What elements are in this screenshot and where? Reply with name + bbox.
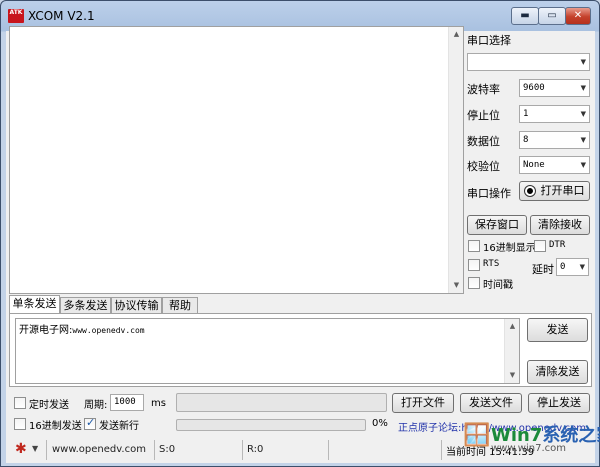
rts-checkbox[interactable] [468,259,480,271]
timed-send-checkbox[interactable] [14,397,26,409]
chevron-down-icon: ▼ [580,110,586,118]
parity-combo[interactable]: None ▼ [519,156,590,174]
open-file-button[interactable]: 打开文件 [392,393,454,413]
send-newline-checkbox[interactable] [84,416,96,430]
scroll-down-icon[interactable]: ▼ [505,368,520,383]
status-site: www.openedv.com [52,444,146,455]
send-scrollbar[interactable]: ▲ ▼ [504,319,519,383]
chevron-down-icon: ▼ [580,161,586,169]
close-button[interactable]: ✕ [565,7,591,25]
send-file-button[interactable]: 发送文件 [460,393,522,413]
delay-value: 0 [560,262,566,272]
receive-scrollbar[interactable]: ▲ ▼ [448,27,463,293]
chevron-down-icon: ▼ [580,136,586,144]
port-op-label: 串口操作 [467,187,511,200]
timestamp-checkbox[interactable] [468,277,480,289]
receive-textarea[interactable]: ▲ ▼ [9,26,464,294]
port-select-combo[interactable]: ▼ [467,53,590,71]
windows-logo-icon: 🪟 [463,423,491,448]
stop-bits-combo[interactable]: 1 ▼ [519,105,590,123]
hex-send-checkbox[interactable] [14,418,26,430]
scroll-down-icon[interactable]: ▼ [449,278,464,293]
data-bits-label: 数据位 [467,135,500,148]
delay-label: 延时 [532,263,554,276]
period-unit: ms [151,398,166,409]
timestamp-label: 时间戳 [483,280,513,291]
client-area: ▲ ▼ 串口选择 ▼ 波特率 9600 ▼ 停止位 1 ▼ 数据位 8 ▼ 校验… [6,26,595,463]
single-send-panel: 开源电子网:www.openedv.com ▲ ▼ 发送 清除发送 [9,313,592,387]
dtr-checkbox[interactable] [534,240,546,252]
minimize-button[interactable]: ▬ [511,7,539,25]
parity-label: 校验位 [467,160,500,173]
status-divider [46,440,47,460]
tab-single-send[interactable]: 单条发送 [9,295,60,314]
gear-icon[interactable]: ✱ [15,441,27,457]
period-label: 周期: [84,400,108,411]
clear-send-button[interactable]: 清除发送 [527,360,588,384]
stop-bits-label: 停止位 [467,109,500,122]
xcom-window: ATK XCOM V2.1 ▬ ▭ ✕ ▲ ▼ 串口选择 ▼ 波特率 9600 … [0,0,600,467]
chevron-down-icon: ▼ [580,84,586,92]
timed-send-label: 定时发送 [29,400,69,411]
data-bits-value: 8 [523,135,529,145]
send-newline-label: 发送新行 [99,421,139,432]
send-count: S:0 [159,444,176,455]
baud-combo[interactable]: 9600 ▼ [519,79,590,97]
open-port-button[interactable]: 打开串口 [519,181,590,201]
baud-value: 9600 [523,83,545,93]
send-textarea[interactable]: 开源电子网:www.openedv.com ▲ ▼ [15,318,520,384]
status-divider [154,440,155,460]
app-logo-icon: ATK [8,9,24,23]
port-select-label: 串口选择 [467,34,511,47]
baud-label: 波特率 [467,83,500,96]
progress-percent: 0% [372,418,388,429]
tab-multi-send[interactable]: 多条发送 [60,297,111,314]
chevron-down-icon: ▼ [579,263,585,271]
send-text: 开源电子网:www.openedv.com [19,325,145,336]
clear-receive-button[interactable]: 清除接收 [530,215,590,235]
send-progress-bar [176,419,366,431]
dtr-label: DTR [549,240,566,250]
period-input[interactable]: 1000 [110,394,144,411]
hex-display-checkbox[interactable] [468,240,480,252]
hex-send-label: 16进制发送 [29,421,82,432]
gear-dropdown-icon[interactable]: ▼ [32,444,38,453]
status-divider [441,440,442,460]
tab-protocol[interactable]: 协议传输 [111,297,162,314]
rts-label: RTS [483,259,500,269]
watermark-logo: 🪟 Win7系统之家 www.win7.com [463,421,600,465]
stop-send-button[interactable]: 停止发送 [528,393,590,413]
save-window-button[interactable]: 保存窗口 [467,215,527,235]
hex-display-label: 16进制显示 [483,243,536,254]
recv-count: R:0 [247,444,264,455]
chevron-down-icon: ▼ [580,58,586,66]
parity-value: None [523,160,545,170]
scroll-up-icon[interactable]: ▲ [449,27,464,42]
tab-help[interactable]: 帮助 [162,297,198,314]
maximize-button[interactable]: ▭ [538,7,566,25]
watermark-url: www.win7.com [491,443,566,454]
scroll-up-icon[interactable]: ▲ [505,319,520,334]
port-status-icon [525,186,535,196]
data-bits-combo[interactable]: 8 ▼ [519,131,590,149]
file-path-box [176,393,387,412]
status-divider [328,440,329,460]
send-button[interactable]: 发送 [527,318,588,342]
delay-combo[interactable]: 0 ▼ [556,258,589,276]
status-divider [242,440,243,460]
window-title: XCOM V2.1 [28,9,95,23]
stop-bits-value: 1 [523,109,529,119]
